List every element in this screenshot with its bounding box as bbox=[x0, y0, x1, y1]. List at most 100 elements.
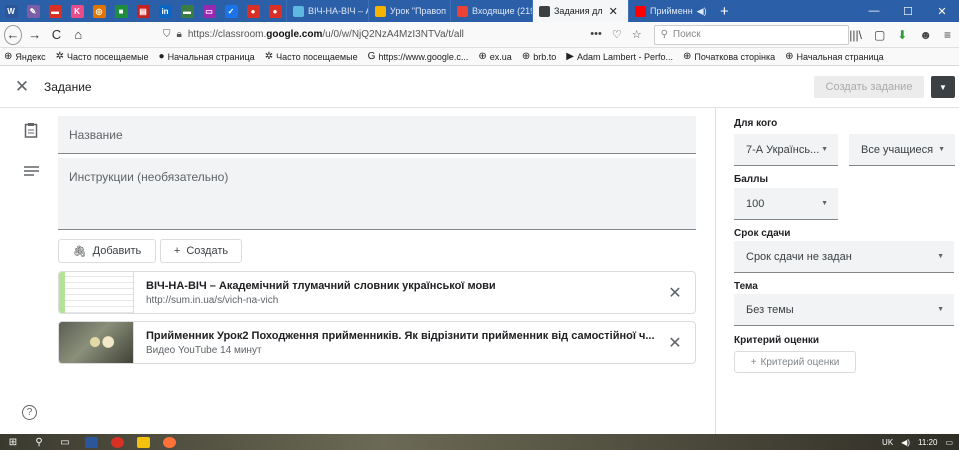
search-icon[interactable]: ⚲ bbox=[26, 434, 52, 450]
chevron-down-icon: ▼ bbox=[821, 146, 828, 153]
bookmark-item[interactable]: Ghttps://www.google.c... bbox=[368, 51, 469, 62]
add-attachment-button[interactable]: 🖇︎ Добавить bbox=[58, 239, 156, 263]
toolbar-right: |||\ ▢ ⬇ ☻ ≡ bbox=[849, 28, 959, 42]
minus-pin-icon[interactable]: ▬ bbox=[44, 0, 66, 22]
browser-tab[interactable]: Урок "Правоп bbox=[368, 0, 450, 22]
points-select[interactable]: 100 ▼ bbox=[734, 188, 838, 220]
create-assignment-button[interactable]: Создать задание bbox=[814, 76, 924, 98]
bookmark-item[interactable]: ✲ Часто посещаемые bbox=[56, 51, 149, 62]
for-whom-label: Для кого bbox=[734, 118, 778, 129]
attachment-meta: Видео YouTube 14 минут bbox=[146, 344, 262, 356]
students-select[interactable]: Все учащиеся ▼ bbox=[849, 134, 955, 166]
maximize-icon[interactable]: ☐ bbox=[891, 0, 925, 22]
bookmark-item[interactable]: ⊕ Яндекс bbox=[4, 51, 46, 62]
close-window-icon[interactable]: ✕ bbox=[925, 0, 959, 22]
volume-icon[interactable]: ◀) bbox=[901, 438, 910, 447]
bookmark-item[interactable]: ⊕ brb.to bbox=[522, 51, 556, 62]
library-icon[interactable]: |||\ bbox=[849, 28, 862, 42]
browser-tab[interactable]: Прийменн ◀) bbox=[628, 0, 710, 22]
bookmark-item[interactable]: ● Начальная страница bbox=[159, 51, 255, 62]
firefox-app-icon[interactable] bbox=[156, 434, 182, 450]
minimize-icon[interactable]: — bbox=[857, 0, 891, 22]
download-icon[interactable]: ⬇ bbox=[897, 28, 907, 42]
record2-pin-icon[interactable]: ● bbox=[264, 0, 286, 22]
mail-pin-icon[interactable]: ▤ bbox=[132, 0, 154, 22]
bookmark-item[interactable]: ⊕ Початкова сторінка bbox=[683, 51, 775, 62]
language-indicator[interactable]: UK bbox=[882, 438, 893, 447]
notes-icon bbox=[24, 164, 39, 181]
clock[interactable]: 11:20 bbox=[918, 438, 937, 447]
bookmark-icon: ✲ bbox=[55, 51, 65, 62]
check-pin-icon[interactable]: ✓ bbox=[220, 0, 242, 22]
remove-attachment-icon[interactable]: ✕ bbox=[655, 283, 695, 303]
opera-app-icon[interactable] bbox=[104, 434, 130, 450]
plus-icon: + bbox=[750, 356, 757, 368]
circle-pin-icon[interactable]: ◎ bbox=[88, 0, 110, 22]
tab-close-icon[interactable]: ✕ bbox=[609, 5, 618, 18]
linkedin-pin-icon[interactable]: in bbox=[154, 0, 176, 22]
tab-favicon-icon bbox=[293, 5, 304, 17]
windows-taskbar: ⊞ ⚲ ▭ UK ◀) 11:20 ▭ bbox=[0, 434, 959, 450]
home-button[interactable]: ⌂ bbox=[69, 25, 87, 45]
bookmark-item[interactable]: ▶ Adam Lambert - Perfo... bbox=[566, 51, 673, 62]
create-button[interactable]: + Создать bbox=[160, 239, 242, 263]
class-select[interactable]: 7-А Українсь... ▼ bbox=[734, 134, 838, 166]
new-tab-button[interactable]: + bbox=[710, 3, 739, 20]
pinned-tab-glyph: W bbox=[4, 4, 18, 18]
url-actions: ••• ♡ ☆ bbox=[590, 28, 641, 41]
forward-button[interactable]: → bbox=[26, 25, 44, 45]
bookmark-item[interactable]: ✲ Часто посещаемые bbox=[265, 51, 358, 62]
bookmark-label: brb.to bbox=[533, 51, 557, 62]
bookmark-label: Начальная страница bbox=[167, 51, 255, 62]
create-dropdown-icon[interactable]: ▼ bbox=[931, 76, 955, 98]
title-field[interactable]: Название bbox=[58, 116, 696, 154]
attachment-link[interactable]: ВІЧ-НА-ВІЧ – Академічний тлумачний словн… bbox=[58, 271, 696, 314]
bookmark-item[interactable]: ⊕ Начальная страница bbox=[785, 51, 883, 62]
bookmark-label: Часто посещаемые bbox=[67, 51, 149, 62]
attachment-video[interactable]: Прийменник Урок2 Походження прийменників… bbox=[58, 321, 696, 364]
reload-button[interactable]: C bbox=[48, 25, 66, 45]
sidebar-icon[interactable]: ▢ bbox=[874, 28, 885, 42]
bookmark-item[interactable]: ⊕ ex.ua bbox=[478, 51, 511, 62]
due-date-select[interactable]: Срок сдачи не задан ▼ bbox=[734, 241, 954, 273]
pinned-tab-glyph: in bbox=[158, 4, 172, 18]
tab-favicon-icon bbox=[375, 5, 386, 17]
url-bar[interactable]: ⛉ 🔒︎ https://classroom.google.com/u/0/w/… bbox=[157, 25, 485, 45]
pinned-tab-glyph: ◎ bbox=[92, 4, 106, 18]
menu-icon[interactable]: ≡ bbox=[944, 28, 951, 42]
help-icon[interactable]: ? bbox=[22, 405, 37, 420]
topic-value: Без темы bbox=[746, 303, 794, 316]
tool-pin-icon[interactable]: ✎ bbox=[22, 0, 44, 22]
bookmark-icon: G bbox=[367, 51, 376, 62]
search-input[interactable]: ⚲ Поиск bbox=[653, 24, 850, 45]
pocket-icon[interactable]: ♡ bbox=[612, 28, 622, 41]
bookmark-label: Adam Lambert - Perfo... bbox=[576, 51, 673, 62]
word-pin-icon[interactable]: W bbox=[0, 0, 22, 22]
close-icon[interactable]: ✕ bbox=[0, 77, 44, 97]
notifications-icon[interactable]: ▭ bbox=[945, 438, 953, 447]
topic-select[interactable]: Без темы ▼ bbox=[734, 294, 954, 326]
add-rubric-button[interactable]: + Критерий оценки bbox=[734, 351, 856, 373]
mic-pin-icon[interactable]: ▭ bbox=[198, 0, 220, 22]
browser-tab[interactable]: ВІЧ-НА-ВІЧ – А bbox=[286, 0, 368, 22]
record-pin-icon[interactable]: ● bbox=[242, 0, 264, 22]
attachment-text: ВІЧ-НА-ВІЧ – Академічний тлумачний словн… bbox=[134, 280, 655, 306]
browser-tab[interactable]: Задания дл ✕ bbox=[532, 0, 628, 22]
k-pin-icon[interactable]: K bbox=[66, 0, 88, 22]
word-app-icon[interactable] bbox=[78, 434, 104, 450]
back-button[interactable]: ← bbox=[4, 24, 22, 45]
remove-attachment-icon[interactable]: ✕ bbox=[655, 333, 695, 353]
task-view-icon[interactable]: ▭ bbox=[52, 434, 78, 450]
dash-pin-icon[interactable]: ▬ bbox=[176, 0, 198, 22]
assignment-header: ✕ Задание Создать задание ▼ bbox=[0, 66, 959, 108]
image-pin-icon[interactable]: ■ bbox=[110, 0, 132, 22]
explorer-app-icon[interactable] bbox=[130, 434, 156, 450]
page-actions-icon[interactable]: ••• bbox=[590, 28, 602, 41]
tab-sound-icon[interactable]: ◀) bbox=[697, 6, 707, 17]
account-icon[interactable]: ☻ bbox=[919, 28, 932, 42]
browser-tab[interactable]: Входящие (219 bbox=[450, 0, 532, 22]
instructions-field[interactable]: Инструкции (необязательно) bbox=[58, 158, 696, 230]
start-icon[interactable]: ⊞ bbox=[0, 434, 26, 450]
bookmark-label: ex.ua bbox=[489, 51, 512, 62]
bookmark-star-icon[interactable]: ☆ bbox=[632, 28, 642, 41]
